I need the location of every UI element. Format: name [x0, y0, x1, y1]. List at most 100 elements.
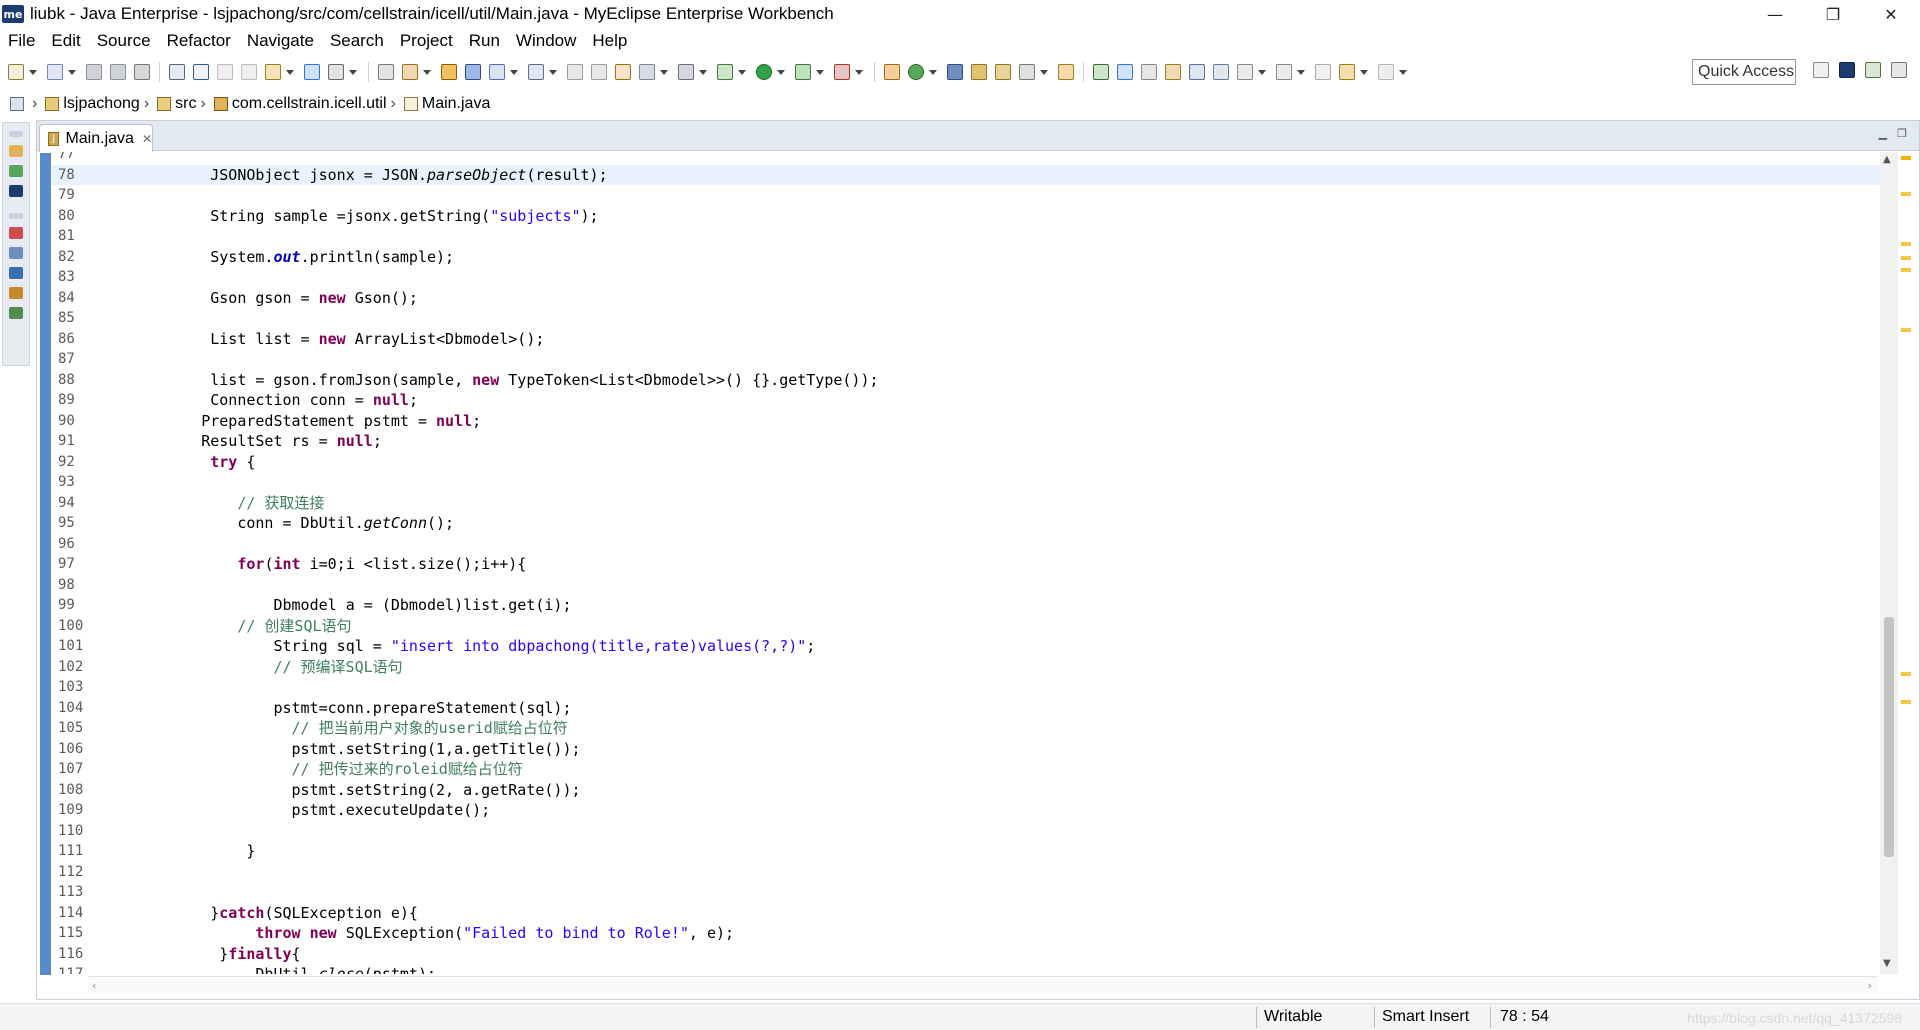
code-line[interactable]: 113 [52, 882, 1882, 902]
highlight-icon[interactable] [1117, 64, 1133, 80]
code-text[interactable]: // 创建SQL语句 [138, 616, 351, 636]
undo-icon[interactable] [217, 64, 233, 80]
refresh-icon[interactable] [591, 64, 607, 80]
open-folder-2-icon[interactable] [995, 64, 1011, 80]
code-line[interactable]: 109 pstmt.executeUpdate(); [52, 800, 1882, 820]
search-dropdown-icon[interactable] [510, 69, 518, 75]
new-icon[interactable] [8, 64, 24, 80]
code-line[interactable]: 94 // 获取连接 [52, 493, 1882, 513]
hierarchy-icon[interactable] [9, 165, 23, 177]
pin-icon[interactable] [1141, 64, 1157, 80]
breadcrumb-src[interactable]: src [175, 95, 196, 113]
code-text[interactable]: } [138, 841, 255, 861]
code-text[interactable]: conn = DbUtil.getConn(); [138, 513, 454, 533]
prev-edit-icon[interactable] [1276, 64, 1292, 80]
menu-help[interactable]: Help [584, 31, 635, 51]
myeclipse-view-icon[interactable] [9, 185, 23, 197]
breadcrumb-package[interactable]: com.cellstrain.icell.util [232, 95, 387, 113]
last-edit-location-icon[interactable] [1315, 64, 1331, 80]
debug-perspective-icon[interactable] [1865, 62, 1881, 78]
occurrence-marker[interactable] [1901, 192, 1911, 196]
code-text[interactable]: pstmt.setString(1,a.getTitle()); [138, 739, 581, 759]
code-text[interactable]: Gson gson = new Gson(); [138, 288, 418, 308]
code-line[interactable]: 89 Connection conn = null; [52, 390, 1882, 410]
code-line[interactable]: 78 JSONObject jsonx = JSON.parseObject(r… [52, 164, 1882, 185]
tasks-icon[interactable] [9, 247, 23, 259]
minimize-button[interactable]: — [1746, 0, 1804, 28]
code-text[interactable]: String sample =jsonx.getString("subjects… [138, 206, 598, 226]
build-icon[interactable] [265, 64, 281, 80]
menu-file[interactable]: File [0, 31, 43, 51]
myeclipse-perspective-icon[interactable] [1839, 62, 1855, 78]
code-line[interactable]: 83 [52, 267, 1882, 287]
run-icon[interactable] [756, 64, 772, 80]
code-text[interactable]: pstmt=conn.prepareStatement(sql); [138, 698, 571, 718]
status-insert-mode[interactable]: Smart Insert [1382, 1008, 1469, 1026]
code-line[interactable]: 87 [52, 349, 1882, 369]
occurrence-marker[interactable] [1901, 700, 1911, 704]
scroll-down-icon[interactable]: ▼ [1883, 958, 1891, 969]
occurrence-marker[interactable] [1901, 268, 1911, 272]
console-icon[interactable] [169, 64, 185, 80]
block-selection-icon[interactable] [1213, 64, 1229, 80]
code-line[interactable]: 95 conn = DbUtil.getConn(); [52, 513, 1882, 533]
code-text[interactable]: throw new SQLException("Failed to bind t… [138, 923, 734, 943]
external-tools-icon[interactable] [834, 64, 850, 80]
breadcrumb-project[interactable]: lsjpachong [63, 95, 140, 113]
occurrence-marker[interactable] [1901, 672, 1911, 676]
new-window-dropdown-icon[interactable] [68, 69, 76, 75]
code-line[interactable]: 99 Dbmodel a = (Dbmodel)list.get(i); [52, 595, 1882, 615]
back-icon[interactable] [1339, 64, 1355, 80]
code-line[interactable]: 103 [52, 677, 1882, 697]
code-line[interactable]: 85 [52, 308, 1882, 328]
package-explorer-icon[interactable] [465, 64, 481, 80]
code-line[interactable]: 102 // 预编译SQL语句 [52, 657, 1882, 677]
menu-project[interactable]: Project [392, 31, 461, 51]
pen-icon[interactable] [1019, 64, 1035, 80]
code-line[interactable]: 110 [52, 821, 1882, 841]
debug-dropdown-icon[interactable] [738, 69, 746, 75]
code-line[interactable]: 107 // 把传过来的roleid赋给占位符 [52, 759, 1882, 779]
open-perspective-icon[interactable] [1813, 62, 1829, 78]
code-line[interactable]: 104 pstmt=conn.prepareStatement(sql); [52, 698, 1882, 718]
code-line[interactable]: 82 System.out.println(sample); [52, 247, 1882, 267]
close-tab-icon[interactable]: ✕ [142, 132, 152, 146]
save-icon[interactable] [86, 64, 102, 80]
code-text[interactable]: for(int i=0;i <list.size();i++){ [138, 554, 526, 574]
prev-edit-dropdown-icon[interactable] [1297, 69, 1305, 75]
restore-button[interactable]: ❐ [1804, 0, 1862, 28]
camera-icon[interactable] [678, 64, 694, 80]
code-text[interactable]: Dbmodel a = (Dbmodel)list.get(i); [138, 595, 571, 615]
scroll-left-icon[interactable]: ‹ [92, 979, 96, 992]
search-icon[interactable] [489, 64, 505, 80]
code-line[interactable]: 101 String sql = "insert into dbpachong(… [52, 636, 1882, 656]
code-line[interactable]: 91 ResultSet rs = null; [52, 431, 1882, 451]
code-text[interactable]: List list = new ArrayList<Dbmodel>(); [138, 329, 544, 349]
server-dropdown-icon[interactable] [423, 69, 431, 75]
breadcrumb-toggle-icon[interactable] [10, 97, 24, 111]
code-line[interactable]: 114 }catch(SQLException e){ [52, 903, 1882, 923]
grid-dropdown-icon[interactable] [349, 69, 357, 75]
code-line[interactable]: 92 try { [52, 452, 1882, 472]
show-whitespace-icon[interactable] [1189, 64, 1205, 80]
new-java-package-icon[interactable] [884, 64, 900, 80]
code-text[interactable]: // 把传过来的roleid赋给占位符 [138, 759, 523, 779]
new-class-icon[interactable] [908, 64, 924, 80]
occurrence-marker[interactable] [1901, 242, 1911, 246]
code-line[interactable]: 115 throw new SQLException("Failed to bi… [52, 923, 1882, 943]
code-text[interactable]: }catch(SQLException e){ [138, 903, 418, 923]
vertical-scrollbar[interactable]: ▲ ▼ [1880, 152, 1898, 974]
minimize-editor-icon[interactable]: ▁ [1879, 127, 1887, 140]
tab-main-java[interactable]: J Main.java ✕ [39, 124, 153, 152]
globe-icon[interactable] [639, 64, 655, 80]
menu-source[interactable]: Source [89, 31, 159, 51]
annotation-icon[interactable] [1093, 64, 1109, 80]
code-line[interactable]: 96 [52, 534, 1882, 554]
open-task-icon[interactable] [1058, 64, 1074, 80]
coverage-dropdown-icon[interactable] [816, 69, 824, 75]
vertical-scrollbar-thumb[interactable] [1884, 617, 1894, 857]
code-text[interactable]: JSONObject jsonx = JSON.parseObject(resu… [138, 165, 607, 185]
code-text[interactable]: pstmt.executeUpdate(); [138, 800, 491, 820]
code-line[interactable]: 80 String sample =jsonx.getString("subje… [52, 206, 1882, 226]
code-text[interactable]: // 把当前用户对象的userid赋给占位符 [138, 718, 568, 738]
